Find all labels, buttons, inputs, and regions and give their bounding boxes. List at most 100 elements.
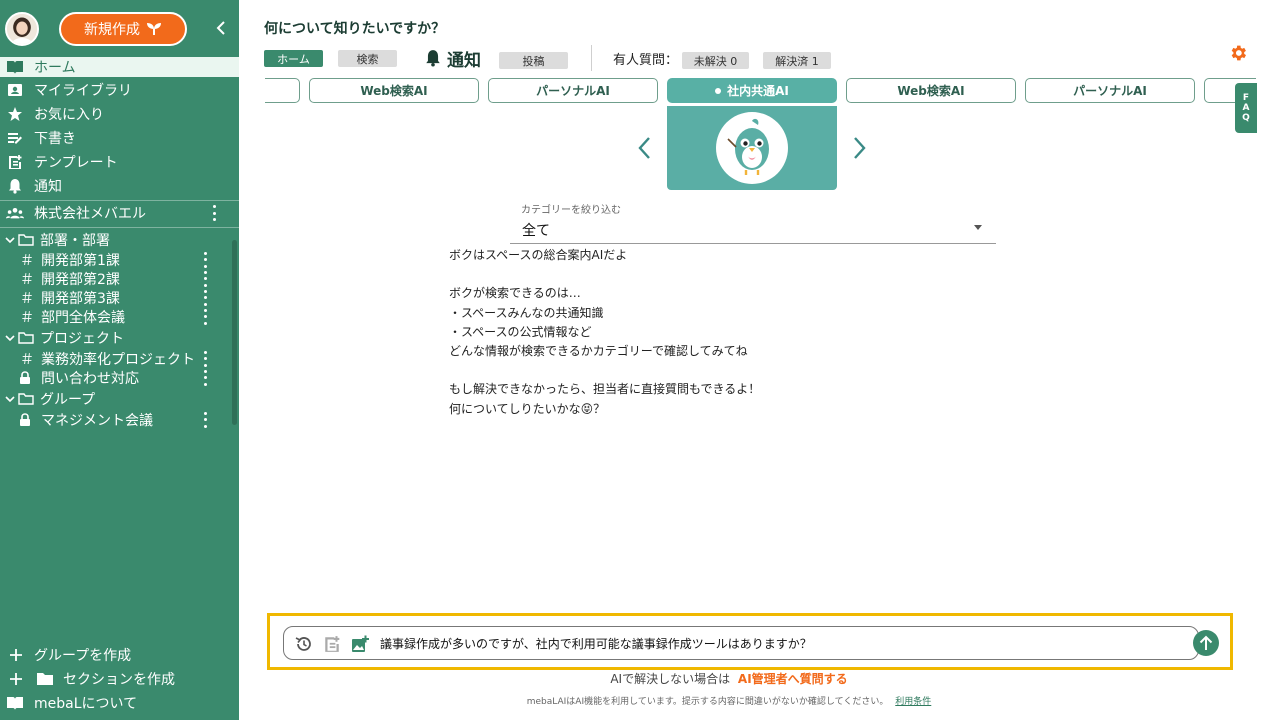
folder-icon bbox=[18, 391, 34, 407]
search-chip[interactable]: 検索 bbox=[338, 50, 397, 67]
company-menu-icon[interactable] bbox=[211, 205, 217, 221]
channel-label: 業務効率化プロジェクト bbox=[41, 351, 195, 368]
next-arrow-icon[interactable] bbox=[849, 134, 871, 162]
ask-admin-prefix: AIで解決しない場合は bbox=[610, 672, 731, 686]
intro-line bbox=[449, 265, 760, 284]
terms-link[interactable]: 利用条件 bbox=[895, 697, 931, 707]
ai-tab-personal[interactable]: パーソナルAI bbox=[1025, 78, 1195, 103]
nav-templates-label: テンプレート bbox=[34, 155, 118, 171]
home-chip[interactable]: ホーム bbox=[264, 50, 323, 67]
section-departments[interactable]: 部署・部署 bbox=[0, 230, 232, 249]
folder-icon bbox=[35, 671, 55, 687]
channel-menu-icon[interactable] bbox=[202, 251, 208, 268]
about-meball-label: mebaLについて bbox=[34, 696, 138, 712]
faq-letter: A bbox=[1242, 103, 1250, 113]
nav-notifications-label: 通知 bbox=[34, 179, 62, 195]
section-projects[interactable]: プロジェクト bbox=[0, 328, 232, 347]
section-departments-label: 部署・部署 bbox=[40, 232, 110, 249]
id-card-icon bbox=[6, 81, 24, 99]
template-icon[interactable] bbox=[322, 634, 342, 654]
category-select-value: 全て bbox=[522, 223, 550, 239]
ai-tab-personal[interactable]: パーソナルAI bbox=[488, 78, 658, 103]
ai-mascot-card[interactable] bbox=[667, 106, 837, 190]
company-item[interactable]: 株式会社メバエル bbox=[0, 202, 239, 224]
hash-icon: ＃ bbox=[20, 309, 34, 326]
nav-home-label: ホーム bbox=[34, 60, 76, 76]
channel-menu-icon[interactable] bbox=[202, 369, 208, 386]
section-groups[interactable]: グループ bbox=[0, 389, 232, 408]
create-group-button[interactable]: グループを作成 bbox=[0, 644, 239, 666]
intro-line: ボクはスペースの総合案内AIだよ bbox=[449, 248, 628, 262]
prev-arrow-icon[interactable] bbox=[633, 134, 655, 162]
channel-menu-icon[interactable] bbox=[202, 350, 208, 367]
user-avatar[interactable] bbox=[5, 12, 39, 46]
main-panel: 何について知りたいですか？ ホーム 検索 通知 投稿 有人質問： 未解決 0 解… bbox=[239, 0, 1280, 720]
channel-menu-icon[interactable] bbox=[202, 289, 208, 306]
nav-notifications[interactable]: 通知 bbox=[0, 175, 239, 197]
dropdown-arrow-icon bbox=[974, 225, 982, 230]
intro-line: ・スペースの公式情報など bbox=[449, 324, 592, 339]
nav-drafts[interactable]: 下書き bbox=[0, 127, 239, 149]
nav-my-library[interactable]: マイライブラリ bbox=[0, 79, 239, 101]
chevron-down-icon bbox=[3, 330, 17, 346]
channel-menu-icon[interactable] bbox=[202, 270, 208, 287]
send-button[interactable] bbox=[1193, 630, 1219, 656]
new-create-button[interactable]: 新規作成 bbox=[59, 12, 187, 46]
notification-heading: 通知 bbox=[425, 46, 481, 71]
sidebar-divider bbox=[0, 227, 239, 228]
ai-tab-web-search[interactable]: Web検索AI bbox=[846, 78, 1016, 103]
book-icon bbox=[5, 695, 25, 711]
nav-favorites-label: お気に入り bbox=[34, 107, 104, 123]
channel-item[interactable]: ＃ 業務効率化プロジェクト bbox=[0, 349, 232, 368]
template-icon bbox=[6, 153, 24, 171]
add-image-icon[interactable] bbox=[350, 634, 370, 654]
history-icon[interactable] bbox=[294, 634, 314, 654]
category-select[interactable]: 全て bbox=[510, 216, 996, 244]
channel-item[interactable]: マネジメント会議 bbox=[0, 410, 232, 429]
sidebar-scrollbar[interactable] bbox=[232, 240, 237, 425]
collapse-sidebar-icon[interactable] bbox=[211, 18, 231, 38]
category-filter-label: カテゴリーを絞り込む bbox=[521, 205, 621, 216]
ai-tab-shared[interactable]: 社内共通AI bbox=[667, 78, 837, 103]
star-icon bbox=[6, 105, 24, 123]
plus-icon bbox=[8, 647, 24, 663]
create-group-label: グループを作成 bbox=[34, 648, 132, 664]
intro-line: 何についてしりたいかな😝？ bbox=[449, 401, 606, 416]
notification-title: 通知 bbox=[447, 50, 481, 71]
nav-favorites[interactable]: お気に入り bbox=[0, 103, 239, 125]
channel-item[interactable]: ＃ 開発部第1課 bbox=[0, 250, 232, 269]
hash-icon: ＃ bbox=[20, 271, 34, 288]
ai-tab-partial[interactable] bbox=[265, 78, 300, 103]
nav-templates[interactable]: テンプレート bbox=[0, 151, 239, 173]
channel-menu-icon[interactable] bbox=[202, 308, 208, 325]
folder-icon bbox=[18, 232, 34, 248]
chat-input-field[interactable]: 議事録作成が多いのですが、社内で利用可能な議事録作成ツールはありますか？ bbox=[283, 626, 1219, 660]
channel-item[interactable]: ＃ 開発部第3課 bbox=[0, 288, 232, 307]
ai-tab-web-search[interactable]: Web検索AI bbox=[309, 78, 479, 103]
hash-icon: ＃ bbox=[20, 351, 34, 368]
about-meball-link[interactable]: mebaLについて bbox=[0, 692, 239, 714]
bell-icon bbox=[6, 177, 24, 195]
human-question-label: 有人質問： bbox=[613, 53, 679, 68]
faq-letter: Q bbox=[1242, 113, 1250, 123]
resolved-chip[interactable]: 解決済 1 bbox=[763, 52, 831, 69]
hash-icon: ＃ bbox=[20, 290, 34, 307]
ai-tab-shared-label: 社内共通AI bbox=[727, 84, 789, 98]
post-chip[interactable]: 投稿 bbox=[499, 52, 568, 69]
page-title: 何について知りたいですか？ bbox=[264, 21, 446, 37]
nav-home[interactable]: ホーム bbox=[0, 57, 239, 77]
create-section-button[interactable]: セクションを作成 bbox=[0, 668, 239, 690]
channel-item[interactable]: 問い合わせ対応 bbox=[0, 368, 232, 387]
channel-menu-icon[interactable] bbox=[202, 411, 208, 428]
channel-item[interactable]: ＃ 部門全体会議 bbox=[0, 307, 232, 326]
intro-line: どんな情報が検索できるかカテゴリーで確認してみてね bbox=[449, 343, 748, 358]
lock-icon bbox=[18, 412, 32, 428]
active-dot-icon bbox=[715, 87, 722, 94]
gear-icon[interactable] bbox=[1228, 43, 1248, 63]
new-create-label: 新規作成 bbox=[84, 22, 140, 38]
ask-admin-link[interactable]: AI管理者へ質問する bbox=[738, 672, 848, 686]
chevron-down-icon bbox=[3, 391, 17, 407]
faq-tab[interactable]: F A Q bbox=[1235, 83, 1257, 133]
unresolved-chip[interactable]: 未解決 0 bbox=[682, 52, 749, 69]
channel-item[interactable]: ＃ 開発部第2課 bbox=[0, 269, 232, 288]
